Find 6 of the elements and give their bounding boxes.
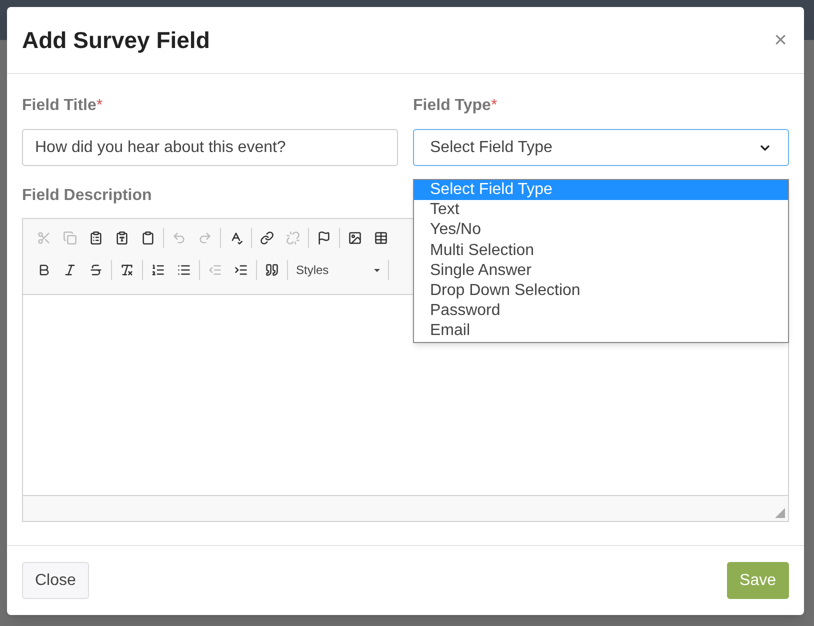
field-label: Field Title — [22, 96, 96, 116]
dialog-title: Add Survey Field — [22, 26, 210, 55]
field-label: Field Type — [413, 96, 491, 116]
required-mark: * — [490, 96, 498, 116]
field-label: Field Description — [22, 186, 152, 206]
required-mark: * — [96, 96, 103, 116]
